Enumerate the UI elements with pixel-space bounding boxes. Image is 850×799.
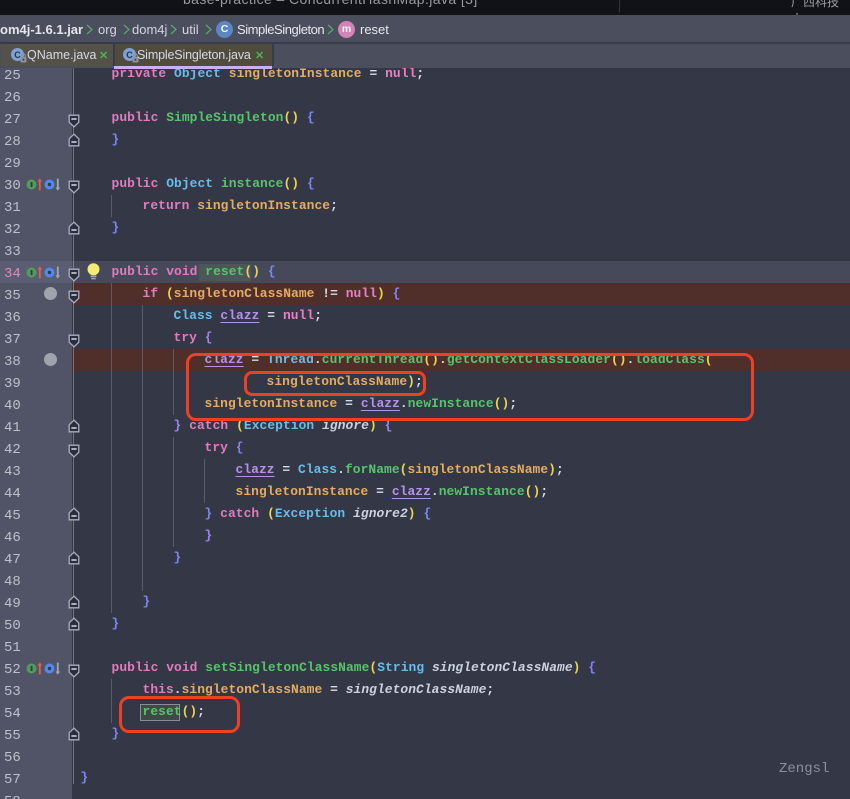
svg-text:C: C [126, 50, 133, 60]
svg-text:C: C [14, 50, 21, 60]
